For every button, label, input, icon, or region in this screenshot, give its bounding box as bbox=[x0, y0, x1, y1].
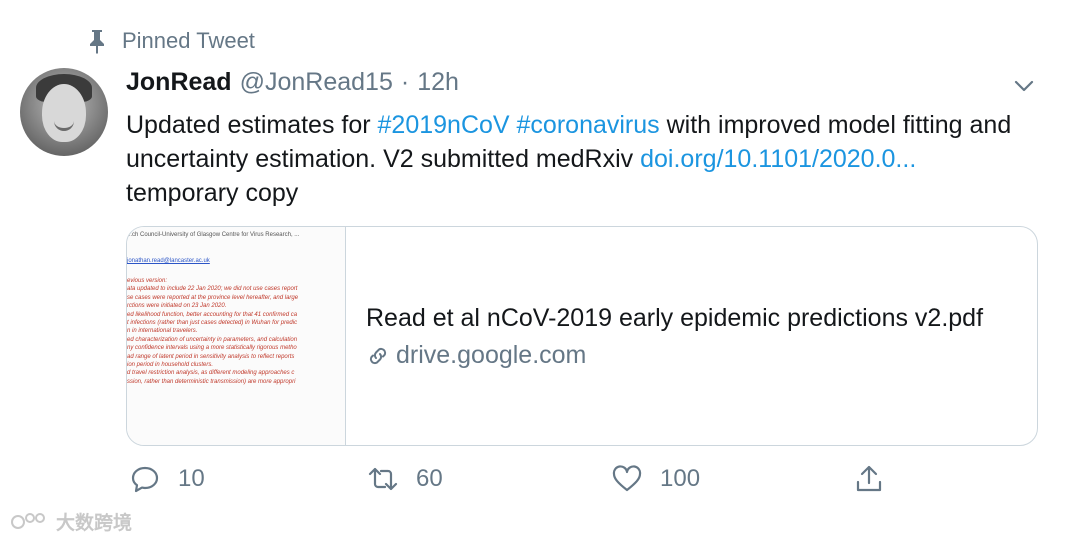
pinned-tweet-label: Pinned Tweet bbox=[86, 28, 255, 54]
card-body: Read et al nCoV-2019 early epidemic pred… bbox=[346, 227, 983, 445]
link-preview-card[interactable]: ...ch Council-University of Glasgow Cent… bbox=[126, 226, 1038, 446]
tweet-timestamp[interactable]: 12h bbox=[417, 68, 459, 97]
reply-count: 10 bbox=[178, 465, 205, 492]
like-button[interactable]: 100 bbox=[612, 464, 700, 494]
chevron-down-icon[interactable] bbox=[1012, 74, 1036, 98]
pinned-text: Pinned Tweet bbox=[122, 28, 255, 53]
separator-dot: · bbox=[400, 68, 410, 96]
tweet-text-part: Updated estimates for bbox=[126, 111, 378, 139]
thumbnail-lines: evious version: ata updated to include 2… bbox=[127, 278, 299, 385]
share-icon bbox=[856, 465, 882, 492]
thumbnail-email: jonathan.read@lancaster.ac.uk bbox=[127, 258, 210, 264]
retweet-count: 60 bbox=[416, 465, 443, 492]
hashtag-2019ncov[interactable]: #2019nCoV bbox=[378, 111, 510, 139]
card-title: Read et al nCoV-2019 early epidemic pred… bbox=[366, 304, 984, 332]
watermark-logo-icon bbox=[11, 512, 45, 529]
avatar[interactable] bbox=[20, 68, 108, 156]
tweet-header: JonRead @JonRead15 · 12h bbox=[126, 68, 459, 97]
tweet-actions: 10 60 100 bbox=[126, 464, 896, 504]
author-name[interactable]: JonRead bbox=[126, 68, 232, 97]
share-button[interactable] bbox=[854, 464, 884, 494]
reply-icon bbox=[131, 466, 159, 493]
like-count: 100 bbox=[660, 465, 701, 492]
thumbnail-header: ...ch Council-University of Glasgow Cent… bbox=[127, 232, 300, 238]
watermark: 大数跨境 bbox=[10, 508, 132, 535]
card-domain: drive.google.com bbox=[366, 341, 983, 370]
reply-button[interactable]: 10 bbox=[130, 464, 205, 494]
card-domain-text: drive.google.com bbox=[396, 341, 587, 369]
doi-link[interactable]: doi.org/10.1101/2020.0... bbox=[640, 145, 916, 173]
retweet-button[interactable]: 60 bbox=[368, 464, 443, 494]
tweet-text-part: temporary copy bbox=[126, 179, 299, 207]
author-handle[interactable]: @JonRead15 bbox=[240, 68, 393, 97]
tweet-text: Updated estimates for #2019nCoV #coronav… bbox=[126, 108, 1026, 210]
pin-icon bbox=[90, 30, 104, 54]
retweet-icon bbox=[368, 467, 398, 491]
hashtag-coronavirus[interactable]: #coronavirus bbox=[517, 111, 660, 139]
document-thumbnail: ...ch Council-University of Glasgow Cent… bbox=[127, 227, 346, 445]
link-icon bbox=[369, 347, 387, 364]
watermark-text: 大数跨境 bbox=[56, 513, 133, 534]
heart-icon bbox=[612, 465, 642, 492]
